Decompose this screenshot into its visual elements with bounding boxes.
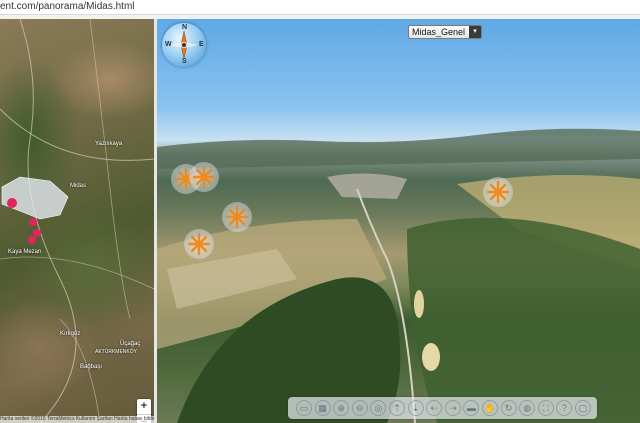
scene-select[interactable]: Midas_Genel ▾ — [408, 25, 482, 39]
globe-icon[interactable]: ◍ — [519, 400, 536, 416]
sound-icon[interactable]: ▬ — [463, 400, 480, 416]
sun-icon — [225, 205, 249, 229]
map-road — [0, 256, 154, 290]
hotspot-marker[interactable] — [184, 229, 214, 259]
map-marker — [28, 236, 36, 244]
url-text[interactable]: ent.com/panorama/Midas.html — [0, 1, 135, 13]
fullscreen-icon[interactable]: ⛶ — [537, 400, 554, 416]
close-icon[interactable]: ▢ — [575, 400, 591, 416]
zoom-out-icon[interactable]: ⊖ — [351, 400, 368, 416]
scene-select-value: Midas_Genel — [412, 27, 466, 37]
hide-toolbar-icon[interactable]: ▭ — [296, 400, 312, 416]
sun-icon — [486, 180, 510, 204]
address-bar[interactable]: ent.com/panorama/Midas.html — [0, 0, 640, 15]
map-attribution[interactable]: Harita verileri ©2018 TerraMetrics Kulla… — [0, 416, 154, 423]
panorama-viewer[interactable] — [157, 19, 640, 423]
map-label: Üçağaç — [120, 341, 141, 347]
map-marker — [29, 218, 37, 226]
rotate-left-icon[interactable]: ◎ — [370, 400, 387, 416]
map-label: Kırkgöz — [60, 331, 81, 337]
map-toggle-icon[interactable]: ▦ — [314, 400, 331, 416]
terrain-clearing — [422, 343, 440, 371]
map-label: AKTÜRKMENKÖY — [95, 349, 137, 355]
map-marker — [7, 198, 17, 208]
compass-needle-icon — [170, 30, 198, 60]
map-overlay — [0, 19, 154, 423]
map-road — [89, 19, 131, 320]
move-left-icon[interactable]: ⇠ — [426, 400, 443, 416]
map-label: Midas — [70, 183, 87, 189]
zoom-in-icon[interactable]: ⊕ — [333, 400, 350, 416]
move-right-icon[interactable]: ⇢ — [444, 400, 461, 416]
compass-widget[interactable]: N S W E — [162, 23, 206, 67]
view-cone-area — [1, 176, 69, 220]
map-label: Bağbaşı — [80, 364, 103, 370]
terrain-village — [327, 173, 407, 199]
hotspot-marker[interactable] — [222, 202, 252, 232]
terrain-clearing — [414, 290, 424, 318]
move-down-icon[interactable]: ⇣ — [407, 400, 424, 416]
help-icon[interactable]: ? — [556, 400, 573, 416]
map-label: Yazılıkaya — [95, 141, 123, 147]
terrain-forest — [407, 217, 640, 423]
autorotate-icon[interactable]: ↻ — [500, 400, 517, 416]
satellite-map[interactable]: Midas Yazılıkaya Kaya Mezarı Kırkgöz AKT… — [0, 19, 154, 423]
map-marker — [33, 229, 41, 237]
zoom-in-button[interactable]: + — [137, 399, 151, 414]
chevron-down-icon[interactable]: ▾ — [469, 26, 481, 38]
hotspot-marker[interactable] — [483, 177, 513, 207]
hand-drag-icon[interactable]: ✋ — [482, 400, 498, 416]
sun-icon — [192, 165, 216, 189]
move-up-icon[interactable]: ⇡ — [389, 400, 405, 416]
sun-icon — [187, 232, 211, 256]
terrain-far-hills — [157, 128, 640, 169]
map-road — [0, 108, 154, 161]
panorama-toolbar: ▭ ▦ ⊕ ⊖ ◎ ⇡ ⇣ ⇠ ⇢ ▬ ✋ ↻ ◍ ⛶? ▢ — [288, 397, 597, 419]
map-label: Kaya Mezarı — [8, 249, 42, 255]
hotspot-marker[interactable] — [189, 162, 219, 192]
map-road — [19, 19, 77, 423]
